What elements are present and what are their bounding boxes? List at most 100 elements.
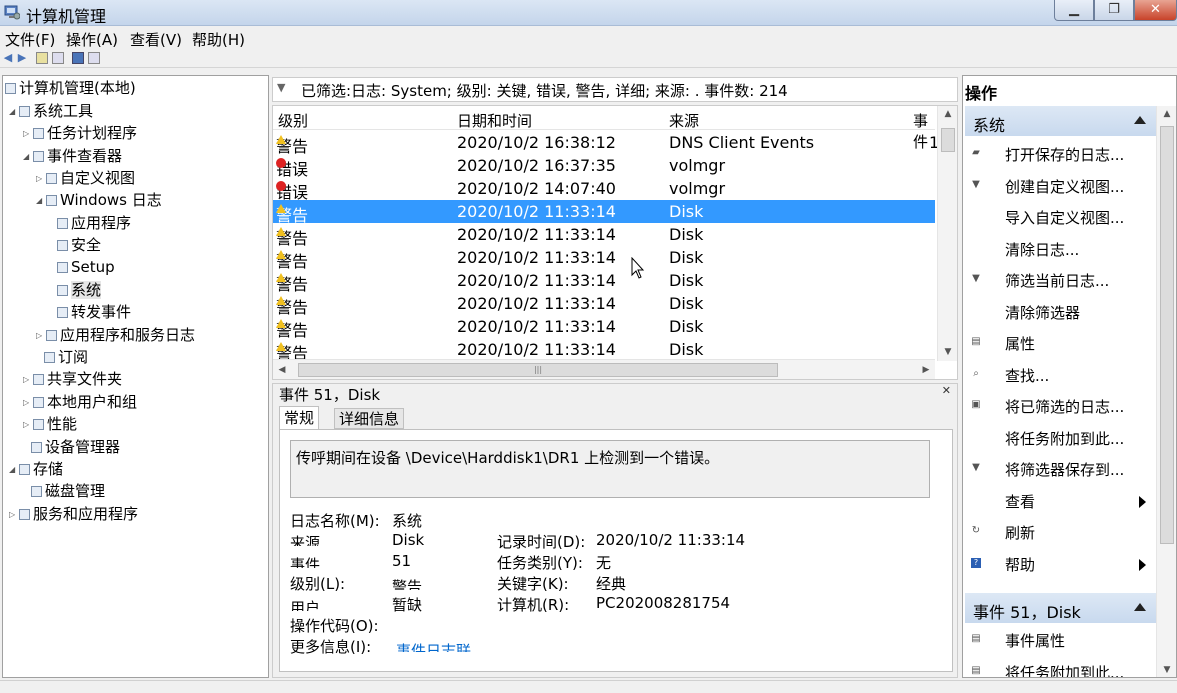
tab-details[interactable]: 详细信息: [334, 408, 405, 429]
tree-item-custom-views[interactable]: ▷ 自定义视图: [36, 168, 135, 188]
action-item[interactable]: 将任务附加到此...: [965, 423, 1154, 453]
action-item[interactable]: ▰ 打开保存的日志...: [965, 139, 1154, 169]
action-item[interactable]: ▤ 将任务附加到此...: [965, 657, 1154, 678]
collapse-section-icon[interactable]: [1134, 116, 1146, 124]
scroll-down-icon[interactable]: ▼: [1157, 662, 1176, 677]
action-item[interactable]: ↻ 刷新: [965, 517, 1154, 547]
tree-item-system-tools[interactable]: ◢ 系统工具: [9, 101, 93, 121]
tree-item-forwarded-events[interactable]: 转发事件: [57, 302, 131, 322]
column-header-level[interactable]: 级别: [278, 110, 308, 131]
expand-icon[interactable]: ▷: [9, 505, 19, 525]
menu-help[interactable]: 帮助(H): [192, 29, 245, 50]
collapse-icon[interactable]: ◢: [23, 147, 33, 167]
table-row[interactable]: 警告 2020/10/2 11:33:14 Disk: [273, 200, 935, 225]
tree-item-task-scheduler[interactable]: ▷ 任务计划程序: [23, 123, 137, 143]
error-icon: [276, 181, 286, 191]
table-row[interactable]: 警告 2020/10/2 11:33:14 Disk: [273, 269, 935, 294]
scroll-up-icon[interactable]: ▲: [1157, 106, 1176, 123]
action-item[interactable]: ▼ 筛选当前日志...: [965, 265, 1154, 295]
show-tree-icon[interactable]: [52, 52, 64, 64]
tree-item-app-service-logs[interactable]: ▷ 应用程序和服务日志: [36, 325, 195, 345]
menu-file[interactable]: 文件(F): [5, 29, 55, 50]
expand-icon[interactable]: ▷: [23, 415, 33, 435]
tree-item-computer-management[interactable]: 计算机管理(本地): [5, 78, 136, 98]
up-icon[interactable]: [36, 52, 48, 64]
table-row[interactable]: 错误 2020/10/2 16:37:35 volmgr: [273, 154, 935, 179]
action-item[interactable]: ▣ 将已筛选的日志...: [965, 391, 1154, 421]
collapse-icon[interactable]: ◢: [9, 460, 19, 480]
tree-item-subscriptions[interactable]: 订阅: [44, 347, 88, 367]
back-icon[interactable]: ◀: [2, 52, 14, 64]
table-row[interactable]: 警告 2020/10/2 11:33:14 Disk: [273, 223, 935, 248]
expand-icon[interactable]: ▷: [23, 124, 33, 144]
close-detail-icon[interactable]: ✕: [942, 384, 951, 397]
tree-item-local-users-groups[interactable]: ▷ 本地用户和组: [23, 392, 137, 412]
minimize-button[interactable]: ▁: [1054, 0, 1094, 21]
event-message[interactable]: 传呼期间在设备 \Device\Harddisk1\DR1 上检测到一个错误。: [290, 440, 930, 498]
actions-scrollbar[interactable]: ▲ ▼: [1156, 106, 1176, 677]
tree-item-windows-logs[interactable]: ◢ Windows 日志: [36, 190, 162, 210]
action-item[interactable]: ⌕ 查找...: [965, 360, 1154, 390]
tree-item-shared-folders[interactable]: ▷ 共享文件夹: [23, 369, 122, 389]
column-header-source[interactable]: 来源: [669, 110, 699, 131]
table-row[interactable]: 警告 2020/10/2 16:38:12 DNS Client Events 1: [273, 131, 939, 156]
action-item[interactable]: 清除筛选器: [965, 297, 1154, 327]
datetime-cell: 2020/10/2 11:33:14: [457, 202, 616, 221]
action-item[interactable]: ? 帮助: [965, 549, 1154, 579]
scroll-right-icon[interactable]: ▶: [917, 360, 935, 379]
action-item[interactable]: ▤ 属性: [965, 328, 1154, 358]
tree-item-security[interactable]: 安全: [57, 235, 101, 255]
tab-general[interactable]: 常规: [279, 406, 320, 430]
collapse-icon[interactable]: ◢: [9, 102, 19, 122]
tree-item-system[interactable]: 系统: [57, 280, 102, 300]
restore-button[interactable]: ❐: [1094, 0, 1134, 21]
table-row[interactable]: 警告 2020/10/2 11:33:14 Disk: [273, 292, 935, 317]
table-row[interactable]: 错误 2020/10/2 14:07:40 volmgr: [273, 177, 935, 202]
source-cell: Disk: [669, 248, 704, 267]
disk-icon: [31, 486, 42, 497]
help-toolbar-icon[interactable]: [72, 52, 84, 64]
more-info-link[interactable]: 事件日志联: [396, 640, 471, 652]
tree-item-disk-management[interactable]: 磁盘管理: [31, 481, 105, 501]
action-item[interactable]: 导入自定义视图...: [965, 202, 1154, 232]
expand-icon[interactable]: ▷: [23, 370, 33, 390]
filter-summary-bar: ▼ 已筛选:日志: System; 级别: 关键, 错误, 警告, 详细; 来源…: [272, 77, 958, 102]
menu-view[interactable]: 查看(V): [130, 29, 182, 50]
column-header-datetime[interactable]: 日期和时间: [457, 110, 532, 131]
action-item[interactable]: ▼ 将筛选器保存到...: [965, 454, 1154, 484]
scroll-up-icon[interactable]: ▲: [938, 106, 957, 123]
expand-icon[interactable]: ▷: [23, 393, 33, 413]
action-item[interactable]: ▤ 事件属性: [965, 625, 1154, 655]
action-item[interactable]: 清除日志...: [965, 234, 1154, 264]
expand-icon[interactable]: ▷: [36, 326, 46, 346]
collapse-icon[interactable]: ◢: [36, 191, 46, 211]
menu-action[interactable]: 操作(A): [66, 29, 118, 50]
show-action-pane-icon[interactable]: [88, 52, 100, 64]
expand-icon[interactable]: ▷: [36, 169, 46, 189]
tree-item-application[interactable]: 应用程序: [57, 213, 131, 233]
scroll-left-icon[interactable]: ◀: [273, 360, 291, 379]
actions-section-system[interactable]: 系统: [965, 106, 1156, 136]
scroll-thumb[interactable]: [1160, 126, 1174, 544]
table-row[interactable]: 警告 2020/10/2 11:33:14 Disk: [273, 315, 935, 340]
event-list-horizontal-scrollbar[interactable]: ◀ ||| ▶: [273, 359, 935, 379]
collapse-section-icon[interactable]: [1134, 603, 1146, 611]
scroll-thumb[interactable]: |||: [298, 363, 778, 377]
forward-icon[interactable]: ▶: [16, 52, 28, 64]
scroll-thumb[interactable]: [941, 128, 955, 152]
tree-item-setup[interactable]: Setup: [57, 257, 115, 277]
table-row[interactable]: 警告 2020/10/2 11:33:14 Disk: [273, 338, 935, 363]
tree-item-services-applications[interactable]: ▷ 服务和应用程序: [9, 504, 138, 524]
event-list-vertical-scrollbar[interactable]: ▲ ▼: [937, 106, 957, 361]
tree-item-performance[interactable]: ▷ 性能: [23, 414, 77, 434]
level-label: 级别(L):: [290, 575, 346, 593]
tree-item-event-viewer[interactable]: ◢ 事件查看器: [23, 146, 122, 166]
action-item[interactable]: ▼ 创建自定义视图...: [965, 171, 1154, 201]
table-row[interactable]: 警告 2020/10/2 11:33:14 Disk: [273, 246, 935, 271]
action-item[interactable]: 查看: [965, 486, 1154, 516]
tree-item-device-manager[interactable]: 设备管理器: [31, 437, 120, 457]
tree-item-storage[interactable]: ◢ 存储: [9, 459, 63, 479]
close-button[interactable]: ✕: [1134, 0, 1177, 21]
actions-section-event[interactable]: 事件 51，Disk: [965, 593, 1156, 623]
scroll-down-icon[interactable]: ▼: [938, 344, 957, 361]
